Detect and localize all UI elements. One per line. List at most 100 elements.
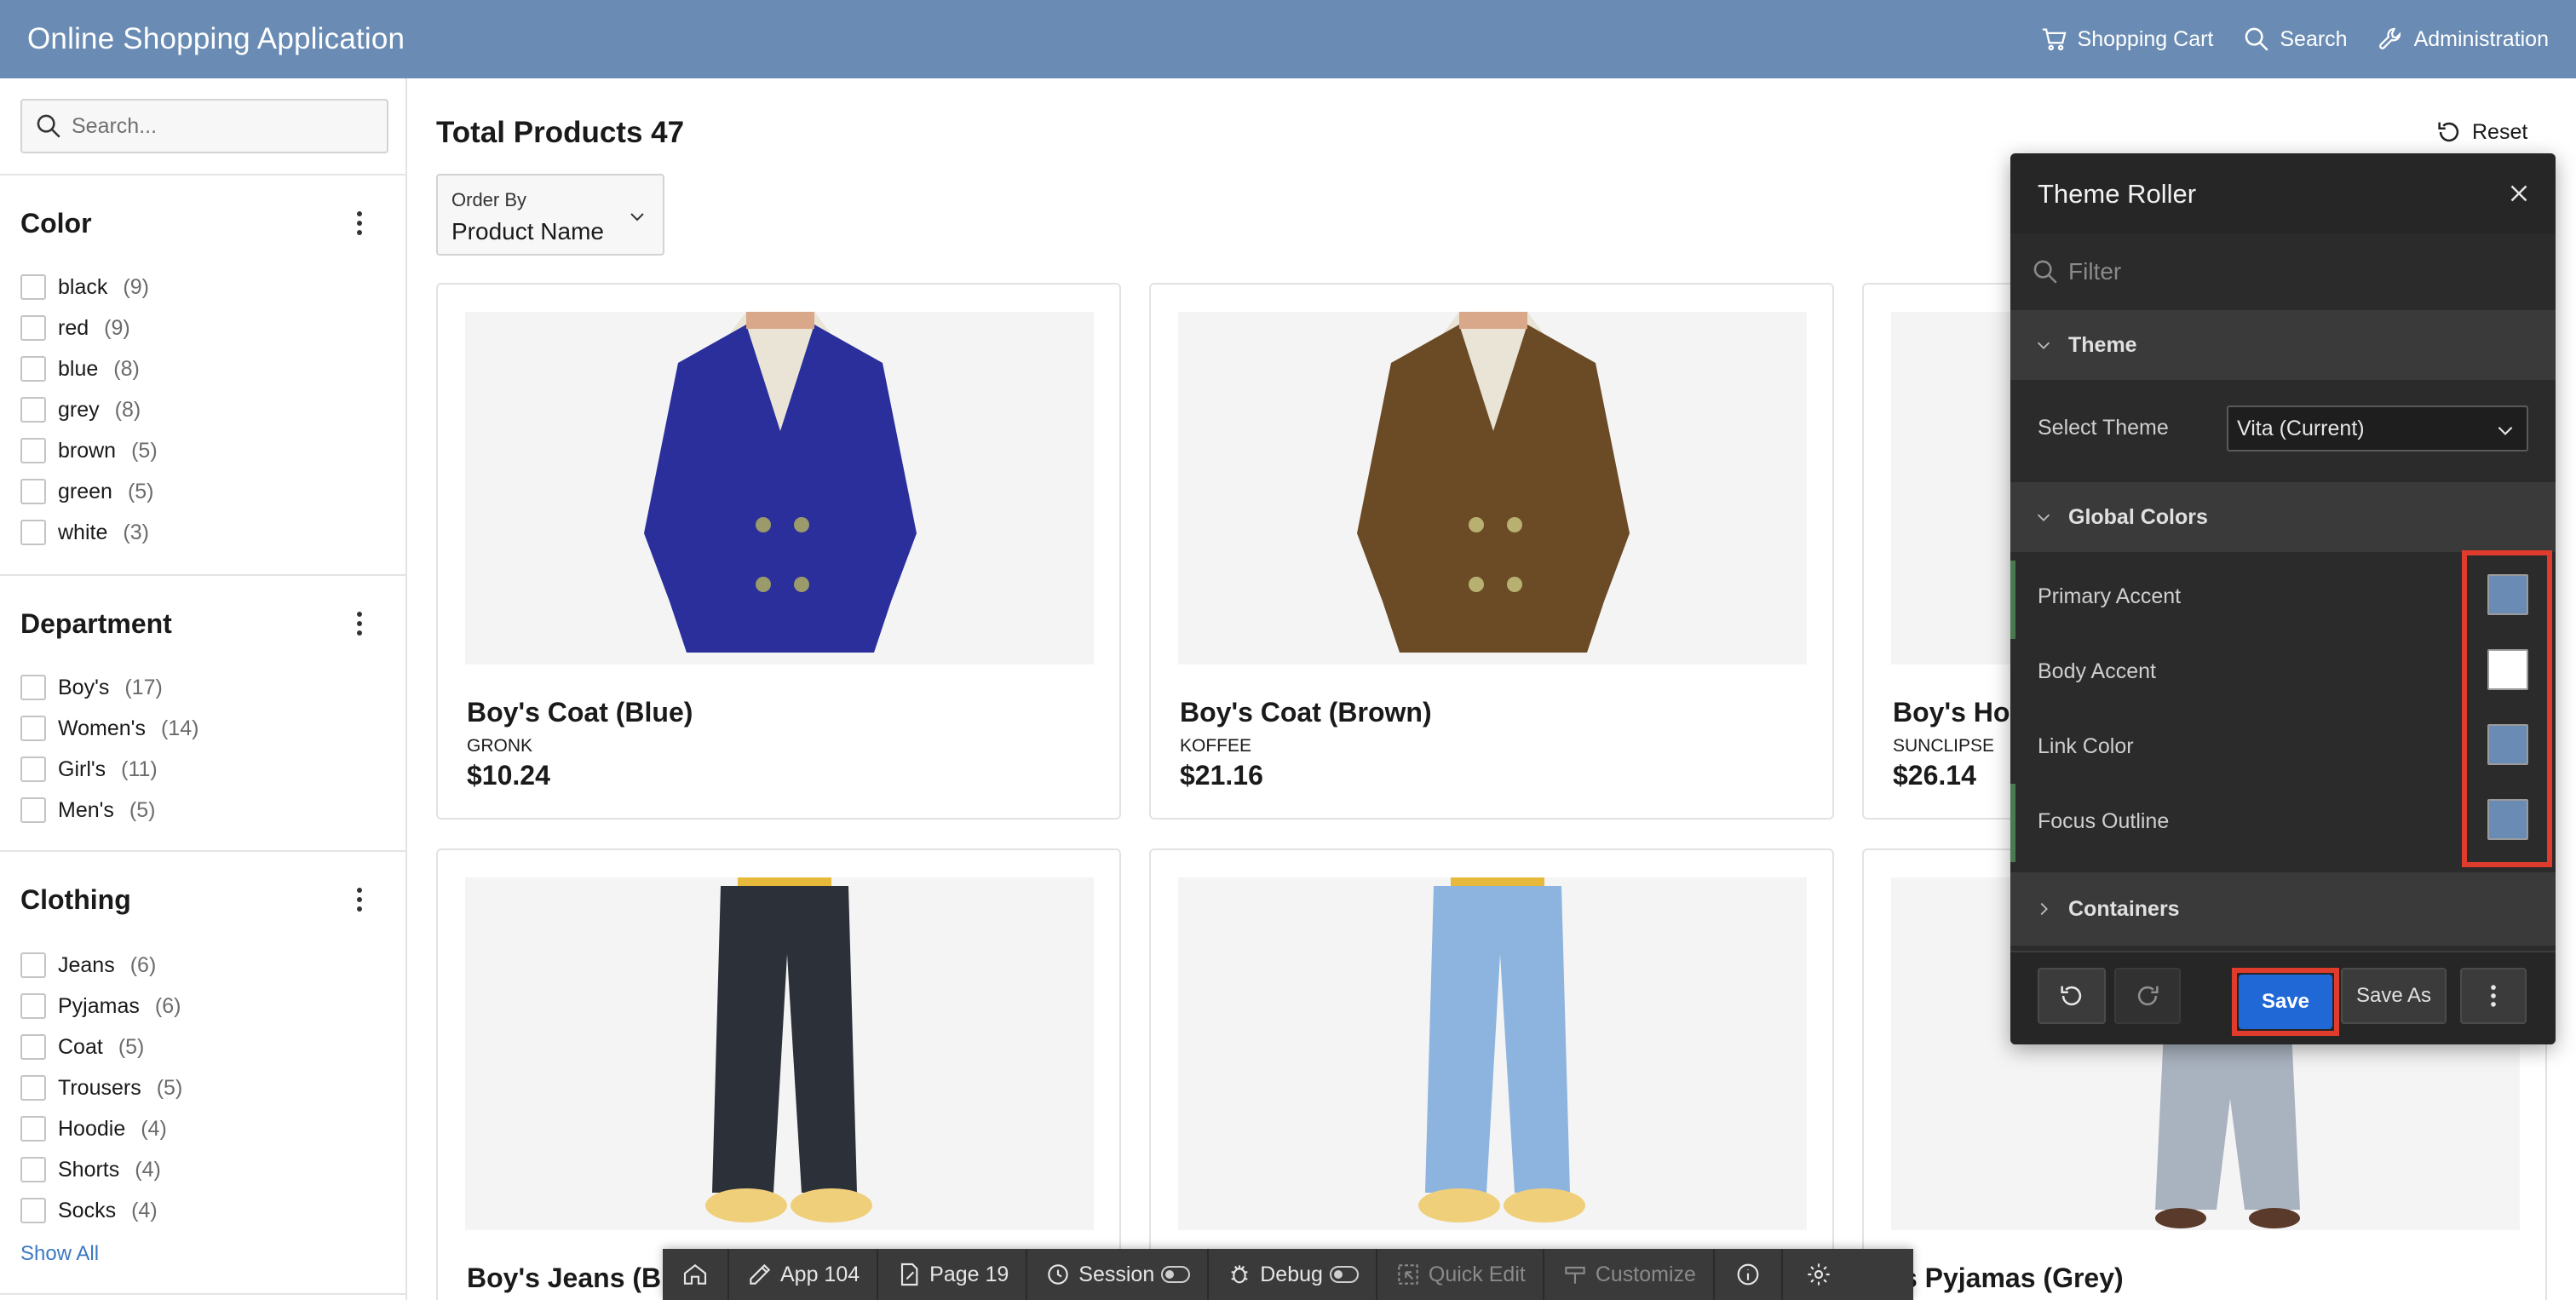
section-global-colors[interactable]: Global Colors <box>2010 482 2556 552</box>
more-vertical-icon <box>2491 985 2496 1007</box>
checkbox[interactable] <box>20 356 46 382</box>
facet-menu-color[interactable] <box>349 206 370 240</box>
dev-app-label: App 104 <box>780 1262 860 1286</box>
order-by-select[interactable]: Order By Product Name <box>436 174 664 256</box>
filter-input[interactable] <box>2068 258 2535 285</box>
facet-menu-department[interactable] <box>349 607 370 641</box>
checkbox[interactable] <box>20 756 46 782</box>
checkbox[interactable] <box>20 797 46 823</box>
checkbox[interactable] <box>20 438 46 463</box>
facet-option-grey[interactable]: grey (8) <box>20 395 141 424</box>
dev-customize-button[interactable]: Customize <box>1544 1249 1715 1300</box>
facet-option-blue[interactable]: blue (8) <box>20 354 140 383</box>
dev-page-button[interactable]: Page 19 <box>878 1249 1028 1300</box>
save-as-button[interactable]: Save As <box>2341 968 2447 1024</box>
checkbox[interactable] <box>20 675 46 700</box>
close-icon[interactable] <box>2504 179 2533 208</box>
select-theme-dropdown[interactable]: Vita (Current) <box>2227 406 2528 452</box>
theme-roller-filter[interactable] <box>2010 233 2556 310</box>
checkbox[interactable] <box>20 1034 46 1060</box>
product-price: $26.14 <box>1893 760 1976 791</box>
dev-session-button[interactable]: Session <box>1027 1249 1210 1300</box>
product-card[interactable]: Boy's Coat (Brown) KOFFEE $21.16 <box>1149 283 1834 820</box>
facet-option-mens[interactable]: Men's (5) <box>20 796 155 825</box>
more-options-button[interactable] <box>2460 968 2527 1024</box>
modified-indicator <box>2010 561 2015 639</box>
highlight-box-save <box>2232 968 2339 1036</box>
facet-option-shorts[interactable]: Shorts (4) <box>20 1155 161 1184</box>
dev-customize-label: Customize <box>1595 1262 1696 1286</box>
app-title[interactable]: Online Shopping Application <box>27 22 405 56</box>
product-brand: GRONK <box>467 736 533 756</box>
facet-option-black[interactable]: black (9) <box>20 273 149 302</box>
dev-info-button[interactable] <box>1715 1249 1783 1300</box>
redo-button[interactable] <box>2114 968 2181 1024</box>
info-icon <box>1737 1263 1759 1286</box>
facet-option-hoodie[interactable]: Hoodie (4) <box>20 1114 167 1143</box>
facet-option-boys[interactable]: Boy's (17) <box>20 673 163 702</box>
chevron-right-icon <box>2040 902 2048 916</box>
dev-quick-edit-button[interactable]: Quick Edit <box>1377 1249 1544 1300</box>
dev-page-label: Page 19 <box>929 1262 1009 1286</box>
nav-administration-label: Administration <box>2413 26 2549 51</box>
dev-settings-button[interactable] <box>1783 1249 1854 1300</box>
dev-home-button[interactable] <box>663 1249 729 1300</box>
home-icon <box>683 1263 707 1285</box>
facet-option-coat[interactable]: Coat (5) <box>20 1033 144 1061</box>
toggle-icon[interactable] <box>1329 1266 1359 1283</box>
chevron-down-icon <box>2037 342 2050 349</box>
checkbox[interactable] <box>20 1116 46 1142</box>
facet-search-input[interactable] <box>72 113 375 139</box>
facet-search[interactable] <box>20 99 388 153</box>
wrench-icon <box>2378 27 2401 49</box>
nav-shopping-cart[interactable]: Shopping Cart <box>2040 25 2214 54</box>
dev-debug-button[interactable]: Debug <box>1209 1249 1377 1300</box>
focus-outline-label: Focus Outline <box>2038 809 2170 833</box>
nav-administration[interactable]: Administration <box>2377 25 2549 54</box>
facet-menu-clothing[interactable] <box>349 883 370 917</box>
theme-roller-header: Theme Roller <box>2010 153 2556 233</box>
facet-option-jeans[interactable]: Jeans (6) <box>20 951 156 980</box>
section-containers-label: Containers <box>2068 896 2180 921</box>
facet-option-trousers[interactable]: Trousers (5) <box>20 1073 182 1102</box>
checkbox[interactable] <box>20 520 46 545</box>
facet-title-color: Color <box>20 208 92 239</box>
undo-icon <box>2061 986 2082 1006</box>
product-card[interactable] <box>1149 848 1834 1300</box>
product-card[interactable]: Boy's Jeans (Bl <box>436 848 1121 1300</box>
checkbox[interactable] <box>20 1198 46 1223</box>
undo-button[interactable] <box>2038 968 2106 1024</box>
checkbox[interactable] <box>20 315 46 341</box>
chevron-down-icon <box>630 213 644 221</box>
facet-option-womens[interactable]: Women's (14) <box>20 714 198 743</box>
product-card[interactable]: Boy's Coat (Blue) GRONK $10.24 <box>436 283 1121 820</box>
checkbox[interactable] <box>20 952 46 978</box>
facet-option-pyjamas[interactable]: Pyjamas (6) <box>20 992 181 1021</box>
highlight-box-colors <box>2462 550 2552 867</box>
facet-option-white[interactable]: white (3) <box>20 518 149 547</box>
facet-option-girls[interactable]: Girl's (11) <box>20 755 158 784</box>
select-theme-label: Select Theme <box>2038 416 2169 440</box>
show-all-link[interactable]: Show All <box>20 1242 99 1266</box>
toggle-icon[interactable] <box>1161 1266 1191 1283</box>
facet-option-brown[interactable]: brown (5) <box>20 436 158 465</box>
nav-search[interactable]: Search <box>2242 25 2348 54</box>
section-containers[interactable]: Containers <box>2010 872 2556 946</box>
reset-button[interactable]: Reset <box>2435 118 2527 147</box>
checkbox[interactable] <box>20 397 46 423</box>
coat-image <box>465 312 1094 664</box>
checkbox[interactable] <box>20 993 46 1019</box>
facet-option-red[interactable]: red (9) <box>20 313 130 342</box>
checkbox[interactable] <box>20 1075 46 1101</box>
facet-option-green[interactable]: green (5) <box>20 477 154 506</box>
chevron-down-icon <box>2498 426 2513 435</box>
dev-app-button[interactable]: App 104 <box>729 1249 879 1300</box>
section-theme[interactable]: Theme <box>2010 310 2556 380</box>
checkbox[interactable] <box>20 1157 46 1182</box>
nav-shopping-cart-label: Shopping Cart <box>2077 26 2214 51</box>
checkbox[interactable] <box>20 716 46 741</box>
checkbox[interactable] <box>20 479 46 504</box>
checkbox[interactable] <box>20 274 46 300</box>
facet-option-socks[interactable]: Socks (4) <box>20 1196 158 1225</box>
divider <box>0 574 407 576</box>
